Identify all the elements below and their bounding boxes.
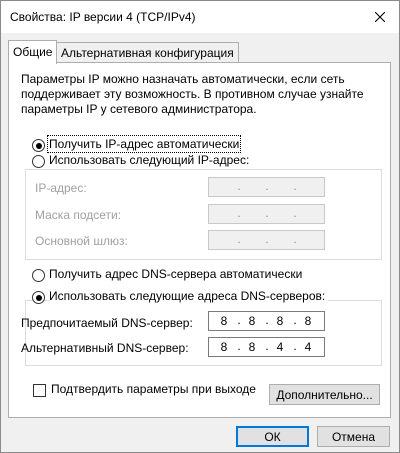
dns-manual-group xyxy=(25,300,382,366)
default-gateway-label: Основной шлюз: xyxy=(35,234,128,248)
window-title: Свойства: IP версии 4 (TCP/IPv4) xyxy=(10,10,196,24)
ok-button-label: ОК xyxy=(264,430,281,444)
ip-manual-label[interactable]: Использовать следующий IP-адрес: xyxy=(49,153,253,167)
alternate-dns-label: Альтернативный DNS-сервер: xyxy=(21,341,189,355)
radio-dot xyxy=(35,142,42,149)
advanced-button-label: Дополнительно... xyxy=(276,388,373,402)
close-button[interactable] xyxy=(367,5,393,29)
dns-auto-radio[interactable] xyxy=(32,269,45,282)
preferred-dns-octet-3: 8 xyxy=(276,314,284,328)
default-gateway-field[interactable]: ... xyxy=(208,230,325,250)
preferred-dns-octet-4: 8 xyxy=(304,314,312,328)
preferred-dns-octet-2: 8 xyxy=(248,314,256,328)
ip-address-label: IP-адрес: xyxy=(35,181,87,195)
description-line-2: поддерживает эту возможность. В противно… xyxy=(21,87,364,101)
general-panel: Параметры IP можно назначать автоматичес… xyxy=(8,62,391,418)
ip-address-field[interactable]: ... xyxy=(208,177,325,197)
title-bar[interactable]: Свойства: IP версии 4 (TCP/IPv4) xyxy=(1,1,399,33)
ok-button[interactable]: ОК xyxy=(236,426,309,447)
dns-manual-radio[interactable] xyxy=(32,291,45,304)
advanced-button[interactable]: Дополнительно... xyxy=(269,384,380,405)
tab-general-label: Общие xyxy=(13,45,53,59)
tab-alternate-config-label: Альтернативная конфигурация xyxy=(61,46,234,60)
alternate-dns-octet-1: 8 xyxy=(220,340,228,354)
dns-auto-label[interactable]: Получить адрес DNS-сервера автоматически xyxy=(49,267,302,281)
validate-label[interactable]: Подтвердить параметры при выходе xyxy=(51,382,256,396)
ip-auto-radio[interactable] xyxy=(32,139,45,152)
preferred-dns-field[interactable]: 8 . 8 . 8 . 8 xyxy=(208,311,325,331)
dialog-window: Свойства: IP версии 4 (TCP/IPv4) Общие А… xyxy=(0,0,400,453)
description-line-3: параметры IP у сетевого администратора. xyxy=(21,102,257,116)
alternate-dns-octet-4: 4 xyxy=(304,340,312,354)
alternate-dns-octet-2: 8 xyxy=(248,340,256,354)
ip-auto-label[interactable]: Получить IP-адрес автоматически xyxy=(46,135,242,153)
tab-general[interactable]: Общие xyxy=(8,40,58,64)
subnet-mask-field[interactable]: ... xyxy=(208,204,325,224)
tab-alternate-config[interactable]: Альтернативная конфигурация xyxy=(56,42,239,63)
close-icon xyxy=(375,12,385,22)
cancel-button[interactable]: Отмена xyxy=(317,426,390,447)
radio-dot xyxy=(35,294,42,301)
alternate-dns-field[interactable]: 8 . 8 . 4 . 4 xyxy=(208,337,325,357)
subnet-mask-label: Маска подсети: xyxy=(35,208,122,222)
preferred-dns-label: Предпочитаемый DNS-сервер: xyxy=(21,316,193,330)
preferred-dns-octet-1: 8 xyxy=(220,314,228,328)
dns-manual-label[interactable]: Использовать следующие адреса DNS-сервер… xyxy=(49,289,329,303)
validate-checkbox[interactable] xyxy=(33,384,46,397)
cancel-button-label: Отмена xyxy=(331,430,376,444)
ip-manual-radio[interactable] xyxy=(32,155,45,168)
description-line-1: Параметры IP можно назначать автоматичес… xyxy=(21,72,345,86)
alternate-dns-octet-3: 4 xyxy=(276,340,284,354)
